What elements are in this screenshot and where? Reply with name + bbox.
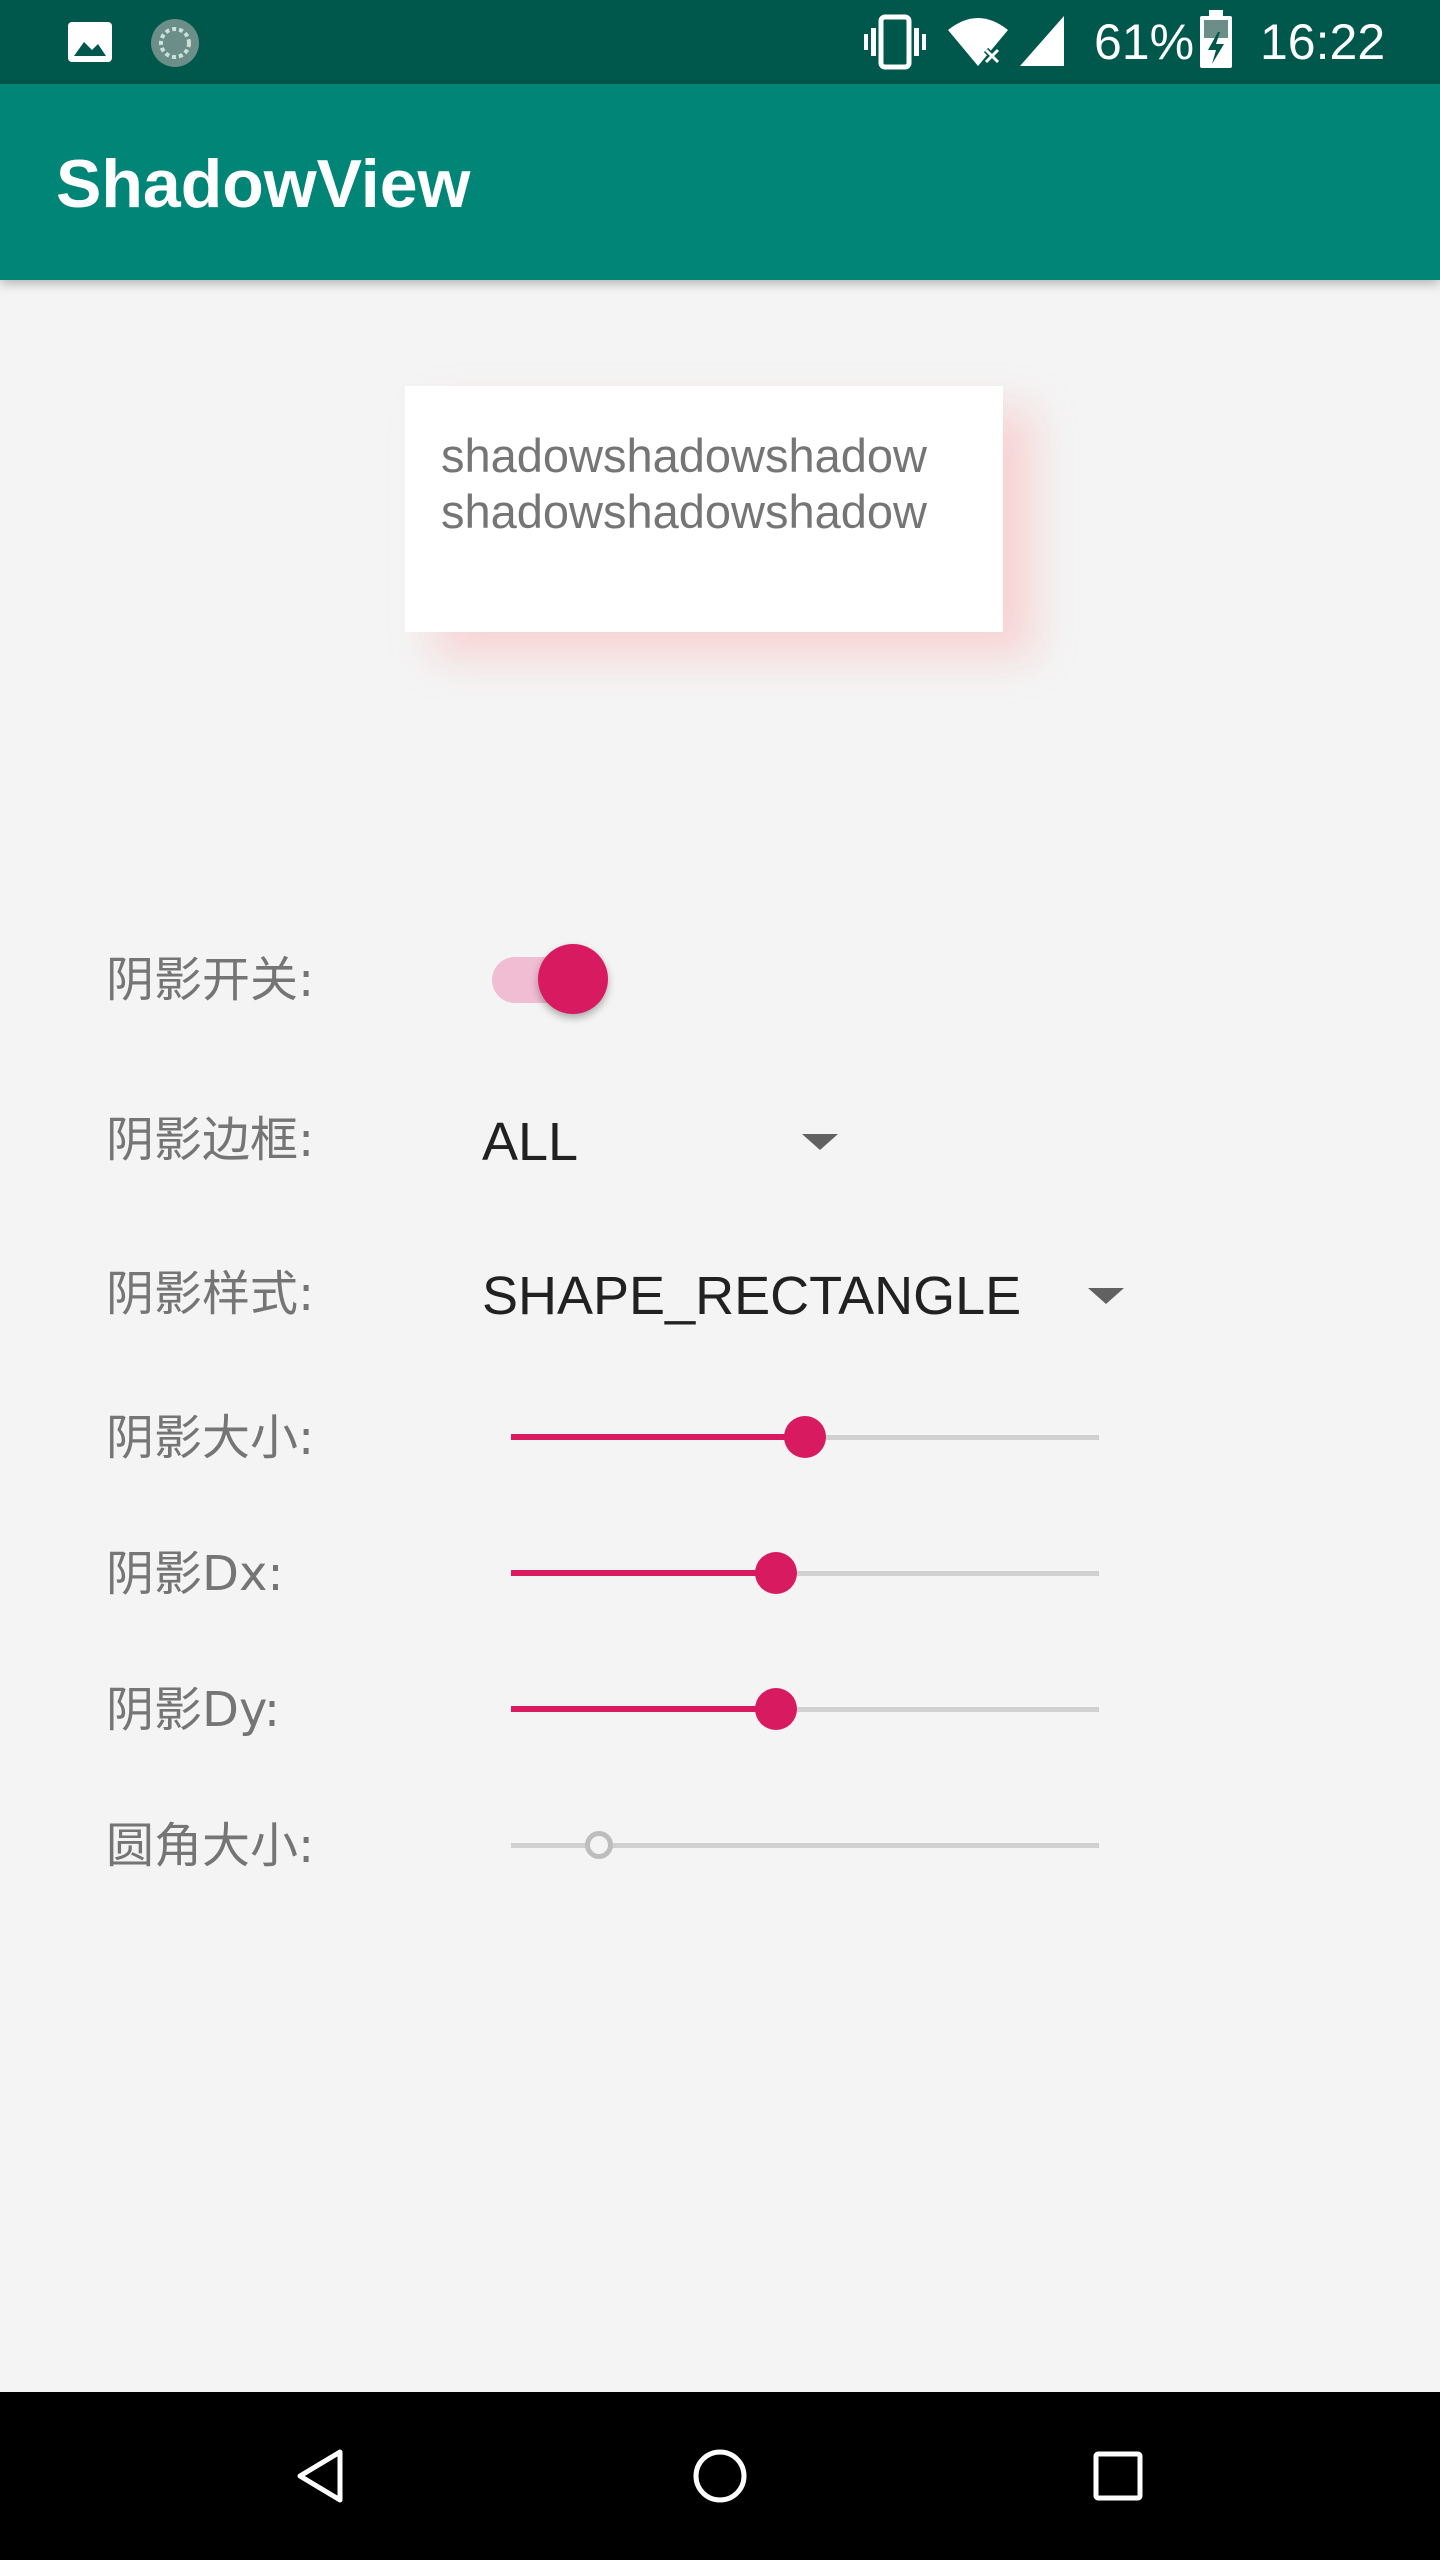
shadow-size-label: 阴影大小: <box>106 1410 315 1466</box>
shadow-dy-label: 阴影Dy: <box>106 1682 281 1738</box>
slider-fill <box>511 1570 776 1576</box>
app-bar: ShadowView <box>0 84 1440 280</box>
shadow-demo-card: shadowshadowshadow shadowshadowshadow <box>405 386 1003 632</box>
status-bar: 61% 16:22 <box>0 0 1440 84</box>
back-icon[interactable] <box>282 2436 362 2516</box>
shadow-switch-label: 阴影开关: <box>106 952 315 1008</box>
home-icon[interactable] <box>680 2436 760 2516</box>
slider-thumb[interactable] <box>754 1688 797 1730</box>
shadow-switch[interactable] <box>492 944 616 1014</box>
app-title: ShadowView <box>56 146 471 222</box>
chevron-down-icon <box>1088 1288 1124 1304</box>
image-notification-icon <box>68 22 112 62</box>
recents-icon[interactable] <box>1078 2436 1158 2516</box>
navigation-bar <box>0 2392 1440 2560</box>
shadow-dx-slider[interactable] <box>511 1548 1099 1598</box>
shadow-dx-label: 阴影Dx: <box>106 1546 284 1602</box>
slider-thumb[interactable] <box>585 1831 614 1859</box>
vibrate-icon <box>864 14 926 70</box>
corner-radius-label: 圆角大小: <box>106 1818 315 1874</box>
wifi-icon <box>948 18 1008 66</box>
clock: 16:22 <box>1260 14 1386 70</box>
slider-thumb[interactable] <box>784 1416 826 1458</box>
slider-thumb[interactable] <box>754 1552 797 1594</box>
shadow-style-label: 阴影样式: <box>106 1266 315 1322</box>
cell-signal-icon <box>1020 16 1064 66</box>
card-text-line: shadowshadowshadow <box>441 485 927 538</box>
shadow-border-spinner[interactable]: ALL <box>482 1100 842 1180</box>
slider-fill <box>511 1706 776 1712</box>
spinner-selected-value: ALL <box>482 1112 579 1172</box>
shadow-border-label: 阴影边框: <box>106 1112 315 1168</box>
shadow-style-spinner[interactable]: SHAPE_RECTANGLE <box>482 1254 1132 1334</box>
sync-notification-icon <box>151 19 199 67</box>
slider-fill <box>511 1434 805 1440</box>
battery-charging-icon <box>1200 10 1232 68</box>
battery-percent: 61% <box>1094 14 1195 70</box>
card-text-line: shadowshadowshadow <box>441 429 927 482</box>
chevron-down-icon <box>802 1134 838 1150</box>
spinner-selected-value: SHAPE_RECTANGLE <box>482 1266 1022 1326</box>
switch-thumb <box>538 944 608 1014</box>
shadow-size-slider[interactable] <box>511 1412 1099 1462</box>
corner-radius-slider[interactable] <box>511 1820 1099 1870</box>
shadow-dy-slider[interactable] <box>511 1684 1099 1734</box>
